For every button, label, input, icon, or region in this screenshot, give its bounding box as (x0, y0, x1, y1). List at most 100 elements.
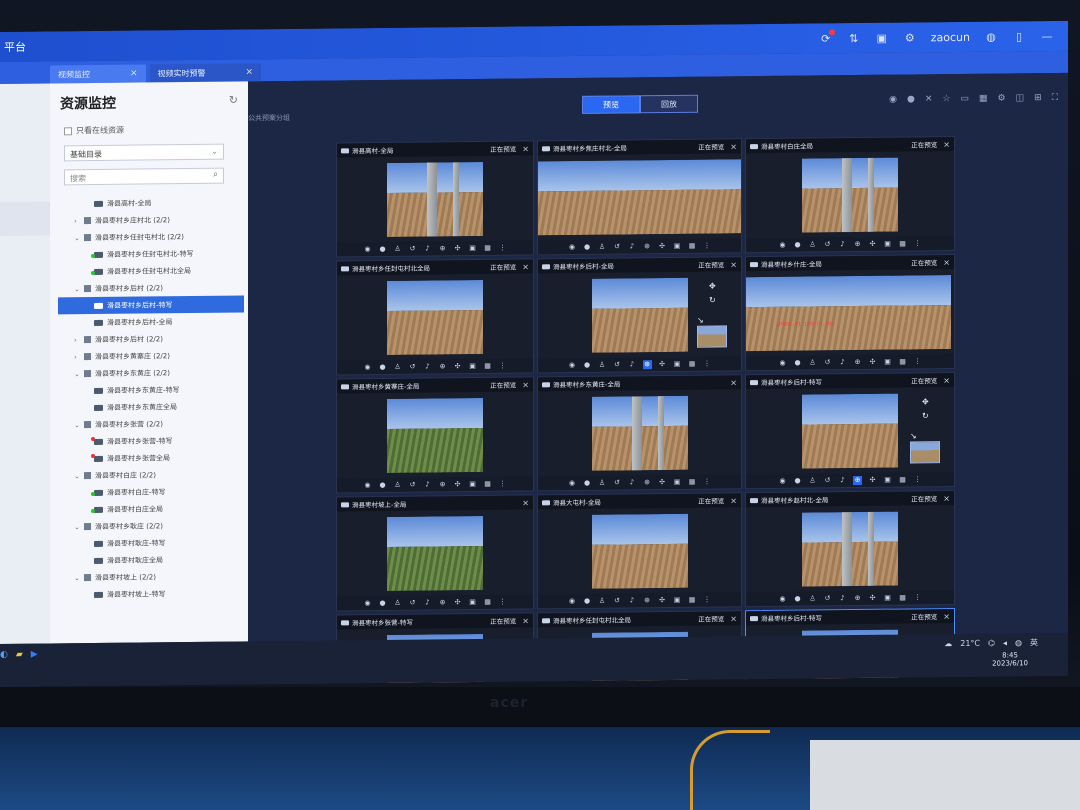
close-icon[interactable]: × (522, 498, 529, 507)
fullscreen-icon[interactable]: ⛶ (1052, 93, 1058, 103)
close-icon[interactable]: × (730, 260, 737, 269)
minimap-preview[interactable] (910, 441, 940, 464)
globe-icon[interactable]: ◍ (984, 30, 998, 44)
more-icon[interactable]: ⋮ (498, 479, 507, 488)
image-icon[interactable]: ▣ (468, 480, 477, 489)
video-cell[interactable]: 滑县枣村乡黄寨庄-全局 正在预览 × ◉ ● ♙ ↺ ♪ ⊕ ✣ ▣ ▦ ⋮ (336, 376, 534, 494)
ptz-icon[interactable]: ✣ (453, 244, 462, 253)
close-icon[interactable]: × (130, 69, 138, 79)
ptz-icon[interactable]: ✣ (658, 478, 667, 487)
video-cell[interactable]: 滑县枣村乡后村-全局 正在预览 × ✥ ↻ ↘ ◉ ● ♙ ↺ ♪ ⊕ ✣ ▣ ▦ ⋮ (537, 256, 742, 374)
tree-item[interactable]: 滑县枣村白庄全局 (64, 499, 244, 518)
user-icon[interactable]: ♙ (808, 240, 817, 249)
tree-item[interactable]: 滑县枣村乡后村-全局 (64, 312, 244, 331)
tree-item[interactable]: ⌄ 滑县枣村乡东黄庄 (2/2) (64, 363, 244, 382)
image-icon[interactable]: ▣ (883, 357, 892, 366)
snapshot-icon[interactable]: ◉ (568, 596, 577, 605)
close-icon[interactable]: × (943, 612, 950, 621)
rotate-icon[interactable]: ↺ (823, 476, 832, 485)
zoom-icon[interactable]: ⊕ (438, 362, 447, 371)
grid-icon[interactable]: ▦ (688, 241, 697, 250)
video-feed[interactable] (591, 395, 688, 471)
rotate-icon[interactable]: ↺ (613, 360, 622, 369)
online-only-checkbox[interactable]: 只看在线资源 (64, 125, 124, 137)
search-input[interactable]: 搜索 ⌕ (64, 167, 224, 186)
mic-icon[interactable]: ♪ (838, 240, 847, 249)
preview-button[interactable]: 预览 (582, 95, 640, 114)
video-feed[interactable] (591, 277, 688, 353)
minimap-preview[interactable] (697, 325, 727, 348)
user-icon[interactable]: ♙ (598, 596, 607, 605)
mic-icon[interactable]: ♪ (838, 594, 847, 603)
snapshot-icon[interactable]: ◉ (363, 481, 372, 490)
tree-item[interactable]: ⌄ 滑县枣村坡上 (2/2) (64, 567, 244, 586)
chevron-right-icon[interactable]: › (74, 353, 80, 361)
chevron-right-icon[interactable]: › (74, 336, 80, 344)
video-feed[interactable]: IP地址:41.100.79.105 (746, 275, 951, 352)
refresh-icon[interactable]: ↻ (229, 94, 238, 107)
arrow-icon[interactable]: ↘ (910, 431, 917, 440)
rotate-icon[interactable]: ↺ (408, 480, 417, 489)
video-cell[interactable]: 滑县枣村乡焦庄村北-全局 正在预览 × ◉ ● ♙ ↺ ♪ ⊕ ✣ ▣ ▦ ⋮ (537, 138, 742, 256)
rotate-icon[interactable]: ↺ (613, 596, 622, 605)
mic-icon[interactable]: ♪ (628, 360, 637, 369)
ptz-icon[interactable]: ✣ (868, 239, 877, 248)
more-icon[interactable]: ⋮ (913, 357, 922, 366)
snapshot-icon[interactable]: ◉ (778, 476, 787, 485)
user-icon[interactable]: ♙ (393, 480, 402, 489)
snapshot-icon[interactable]: ◉ (568, 242, 577, 251)
zoom-icon[interactable]: ⊕ (853, 593, 862, 602)
tree-item[interactable]: 滑县枣村乡任封屯村北-特写 (64, 244, 244, 263)
lock-icon[interactable]: ▯ (1012, 29, 1026, 43)
snapshot-icon[interactable]: ◉ (778, 358, 787, 367)
video-cell[interactable]: 滑县大屯村-全局 正在预览 × ◉ ● ♙ ↺ ♪ ⊕ ✣ ▣ ▦ ⋮ (537, 492, 742, 610)
video-feed[interactable] (387, 279, 483, 355)
record-icon[interactable]: ● (378, 480, 387, 489)
grid-icon[interactable]: ▦ (898, 357, 907, 366)
close-icon[interactable]: × (730, 378, 737, 387)
video-feed[interactable] (802, 393, 898, 469)
video-cell[interactable]: 滑县枣村乡东黄庄-全局 × ◉ ● ♙ ↺ ♪ ⊕ ✣ ▣ ▦ ⋮ (537, 374, 742, 492)
tree-item[interactable]: 滑县枣村乡东黄庄全局 (64, 397, 244, 416)
alert-icon[interactable]: ⟳ (819, 31, 833, 45)
user-icon[interactable]: ♙ (598, 360, 607, 369)
grid-icon[interactable]: ▦ (688, 359, 697, 368)
directory-select[interactable]: 基础目录 ⌄ (64, 143, 224, 162)
tree-item[interactable]: › 滑县枣村乡黄寨庄 (2/2) (64, 346, 244, 365)
move-icon[interactable]: ✥ (922, 397, 929, 406)
record-icon[interactable]: ● (793, 594, 802, 603)
record-icon[interactable]: ● (793, 476, 802, 485)
rotate-icon[interactable]: ↺ (408, 362, 417, 371)
chevron-down-icon[interactable]: ⌄ (74, 370, 80, 378)
settings-icon[interactable]: ⚙ (903, 30, 917, 44)
arrow-icon[interactable]: ↘ (697, 316, 704, 325)
username[interactable]: zaocun (931, 30, 970, 43)
snapshot-icon[interactable]: ◉ (363, 599, 372, 608)
grid-icon[interactable]: ▦ (483, 243, 492, 252)
layout-icon[interactable]: ⊞ (1034, 93, 1042, 103)
close-icon[interactable]: × (246, 67, 254, 77)
record-icon[interactable]: ● (583, 242, 592, 251)
zoom-icon[interactable]: ⊕ (643, 242, 652, 251)
chevron-right-icon[interactable]: › (74, 217, 80, 225)
tree-item[interactable]: ⌄ 滑县枣村白庄 (2/2) (64, 465, 244, 484)
video-feed[interactable] (802, 511, 898, 587)
chevron-down-icon[interactable]: ⌄ (74, 574, 80, 582)
snapshot-icon[interactable]: ◉ (363, 363, 372, 372)
zoom-icon[interactable]: ⊕ (438, 598, 447, 607)
rotate-icon[interactable]: ↻ (922, 411, 929, 420)
more-icon[interactable]: ⋮ (498, 243, 507, 252)
camera-icon[interactable]: ◉ (889, 95, 897, 105)
record-icon[interactable]: ● (583, 360, 592, 369)
more-icon[interactable]: ⋮ (498, 597, 507, 606)
weather-icon[interactable]: ☁ (944, 639, 952, 648)
zoom-icon[interactable]: ⊕ (642, 359, 652, 369)
more-icon[interactable]: ⋮ (703, 595, 712, 604)
close-icon[interactable]: × (522, 262, 529, 271)
video-cell[interactable]: 滑县枣村坡上-全局 × ◉ ● ♙ ↺ ♪ ⊕ ✣ ▣ ▦ ⋮ (336, 494, 534, 612)
user-icon[interactable]: ♙ (393, 244, 402, 253)
video-cell[interactable]: 滑县枣村乡赵村北-全局 正在预览 × ◉ ● ♙ ↺ ♪ ⊕ ✣ ▣ ▦ ⋮ (745, 489, 955, 608)
user-icon[interactable]: ♙ (598, 478, 607, 487)
more-icon[interactable]: ⋮ (703, 241, 712, 250)
video-cell[interactable]: 滑县枣村白庄全局 正在预览 × ◉ ● ♙ ↺ ♪ ⊕ ✣ ▣ ▦ ⋮ (745, 135, 955, 254)
